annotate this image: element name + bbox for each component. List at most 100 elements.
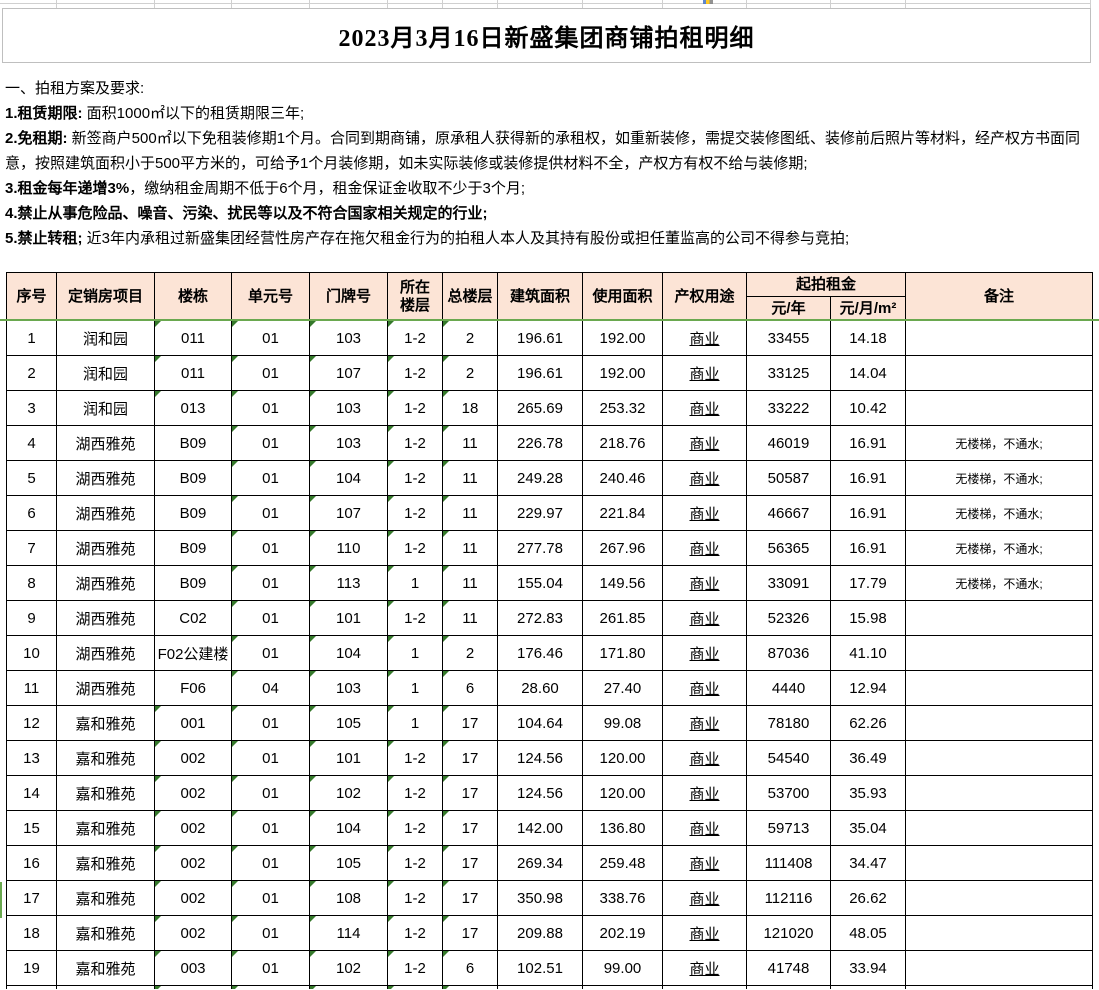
- cell-usable-area[interactable]: 221.84: [583, 496, 663, 531]
- cell-floor[interactable]: 1-2: [388, 846, 443, 881]
- header-building[interactable]: 楼栋: [155, 273, 232, 321]
- cell-total-floors[interactable]: 11: [443, 531, 498, 566]
- cell-project[interactable]: 湖西雅苑: [57, 601, 155, 636]
- header-rent-per-year[interactable]: 元/年: [747, 297, 831, 321]
- cell-total-floors[interactable]: 2: [443, 321, 498, 356]
- header-starting-rent[interactable]: 起拍租金: [747, 273, 906, 297]
- cell-rent-per-year[interactable]: 112116: [747, 881, 831, 916]
- cell-door[interactable]: 103: [310, 426, 388, 461]
- cell-project[interactable]: 润和园: [57, 391, 155, 426]
- cell-property-use[interactable]: 商业: [663, 461, 747, 496]
- cell-gross-area[interactable]: 102.51: [498, 951, 583, 986]
- cell-rent-per-year[interactable]: 54540: [747, 741, 831, 776]
- cell-unit[interactable]: 04: [232, 671, 310, 706]
- cell-gross-area[interactable]: 209.88: [498, 916, 583, 951]
- cell-usable-area[interactable]: 149.56: [583, 566, 663, 601]
- cell-building[interactable]: 002: [155, 811, 232, 846]
- cell-remark[interactable]: [906, 706, 1093, 741]
- cell-floor[interactable]: 1-2: [388, 776, 443, 811]
- cell-floor[interactable]: [388, 986, 443, 989]
- cell-rent-per-year[interactable]: 46667: [747, 496, 831, 531]
- cell-rent-per-month-sqm[interactable]: 35.04: [831, 811, 906, 846]
- cell-rent-per-year[interactable]: 46019: [747, 426, 831, 461]
- cell-floor[interactable]: 1: [388, 636, 443, 671]
- cell-total-floors[interactable]: 11: [443, 496, 498, 531]
- cell-rent-per-year[interactable]: 111408: [747, 846, 831, 881]
- cell-remark[interactable]: [906, 776, 1093, 811]
- cell-index[interactable]: 2: [7, 356, 57, 391]
- cell-index[interactable]: 5: [7, 461, 57, 496]
- cell-door[interactable]: 102: [310, 951, 388, 986]
- cell-rent-per-month-sqm[interactable]: 14.18: [831, 321, 906, 356]
- cell-index[interactable]: 4: [7, 426, 57, 461]
- cell-project[interactable]: 嘉和雅苑: [57, 916, 155, 951]
- cell-usable-area[interactable]: 261.85: [583, 601, 663, 636]
- cell-property-use[interactable]: 商业: [663, 671, 747, 706]
- cell-floor[interactable]: 1-2: [388, 426, 443, 461]
- cell-floor[interactable]: 1-2: [388, 811, 443, 846]
- cell-floor[interactable]: 1-2: [388, 461, 443, 496]
- cell-remark[interactable]: [906, 811, 1093, 846]
- cell-property-use[interactable]: 商业: [663, 951, 747, 986]
- cell-gross-area[interactable]: 277.78: [498, 531, 583, 566]
- cell-gross-area[interactable]: 226.78: [498, 426, 583, 461]
- cell-project[interactable]: 湖西雅苑: [57, 671, 155, 706]
- cell-unit[interactable]: 01: [232, 636, 310, 671]
- cell-gross-area[interactable]: 142.00: [498, 811, 583, 846]
- cell-index[interactable]: 17: [7, 881, 57, 916]
- cell-door[interactable]: 103: [310, 321, 388, 356]
- cell-rent-per-month-sqm[interactable]: 16.91: [831, 496, 906, 531]
- cell-gross-area[interactable]: 229.97: [498, 496, 583, 531]
- cell-remark[interactable]: [906, 391, 1093, 426]
- cell-usable-area[interactable]: 171.80: [583, 636, 663, 671]
- cell-floor[interactable]: 1-2: [388, 881, 443, 916]
- cell-property-use[interactable]: 商业: [663, 391, 747, 426]
- cell-gross-area[interactable]: 155.04: [498, 566, 583, 601]
- cell-door[interactable]: 114: [310, 916, 388, 951]
- cell-property-use[interactable]: 商业: [663, 741, 747, 776]
- cell-unit[interactable]: 01: [232, 741, 310, 776]
- cell-project[interactable]: 湖西雅苑: [57, 566, 155, 601]
- cell-unit[interactable]: 01: [232, 811, 310, 846]
- cell-remark[interactable]: [906, 881, 1093, 916]
- header-gross-area[interactable]: 建筑面积: [498, 273, 583, 321]
- cell-unit[interactable]: 01: [232, 916, 310, 951]
- cell-building[interactable]: F06: [155, 671, 232, 706]
- cell-rent-per-month-sqm[interactable]: 12.94: [831, 671, 906, 706]
- cell-building[interactable]: B09: [155, 566, 232, 601]
- cell-floor[interactable]: 1-2: [388, 356, 443, 391]
- cell-rent-per-month-sqm[interactable]: 17.79: [831, 566, 906, 601]
- cell-door[interactable]: 103: [310, 391, 388, 426]
- cell-door[interactable]: 107: [310, 356, 388, 391]
- cell-total-floors[interactable]: [443, 986, 498, 989]
- cell-property-use[interactable]: 商业: [663, 356, 747, 391]
- cell-rent-per-month-sqm[interactable]: 26.62: [831, 881, 906, 916]
- cell-unit[interactable]: 01: [232, 356, 310, 391]
- cell-rent-per-month-sqm[interactable]: 14.04: [831, 356, 906, 391]
- cell-project[interactable]: 湖西雅苑: [57, 496, 155, 531]
- cell-building[interactable]: B09: [155, 461, 232, 496]
- cell-rent-per-month-sqm[interactable]: 34.47: [831, 846, 906, 881]
- cell-usable-area[interactable]: 99.00: [583, 951, 663, 986]
- cell-remark[interactable]: [906, 846, 1093, 881]
- cell-index[interactable]: 1: [7, 321, 57, 356]
- cell-total-floors[interactable]: 17: [443, 811, 498, 846]
- cell-gross-area[interactable]: 269.34: [498, 846, 583, 881]
- cell-rent-per-year[interactable]: 33222: [747, 391, 831, 426]
- cell-project[interactable]: 嘉和雅苑: [57, 881, 155, 916]
- cell-unit[interactable]: 01: [232, 881, 310, 916]
- cell-property-use[interactable]: 商业: [663, 496, 747, 531]
- cell-unit[interactable]: 01: [232, 776, 310, 811]
- cell-property-use[interactable]: 商业: [663, 566, 747, 601]
- cell-remark[interactable]: [906, 636, 1093, 671]
- cell-index[interactable]: 9: [7, 601, 57, 636]
- header-index[interactable]: 序号: [7, 273, 57, 321]
- cell-total-floors[interactable]: 17: [443, 846, 498, 881]
- header-property-use[interactable]: 产权用途: [663, 273, 747, 321]
- cell-project[interactable]: 湖西雅苑: [57, 426, 155, 461]
- cell-project[interactable]: 嘉和雅苑: [57, 741, 155, 776]
- cell-rent-per-year[interactable]: 52326: [747, 601, 831, 636]
- cell-index[interactable]: 12: [7, 706, 57, 741]
- cell-unit[interactable]: 01: [232, 601, 310, 636]
- header-door[interactable]: 门牌号: [310, 273, 388, 321]
